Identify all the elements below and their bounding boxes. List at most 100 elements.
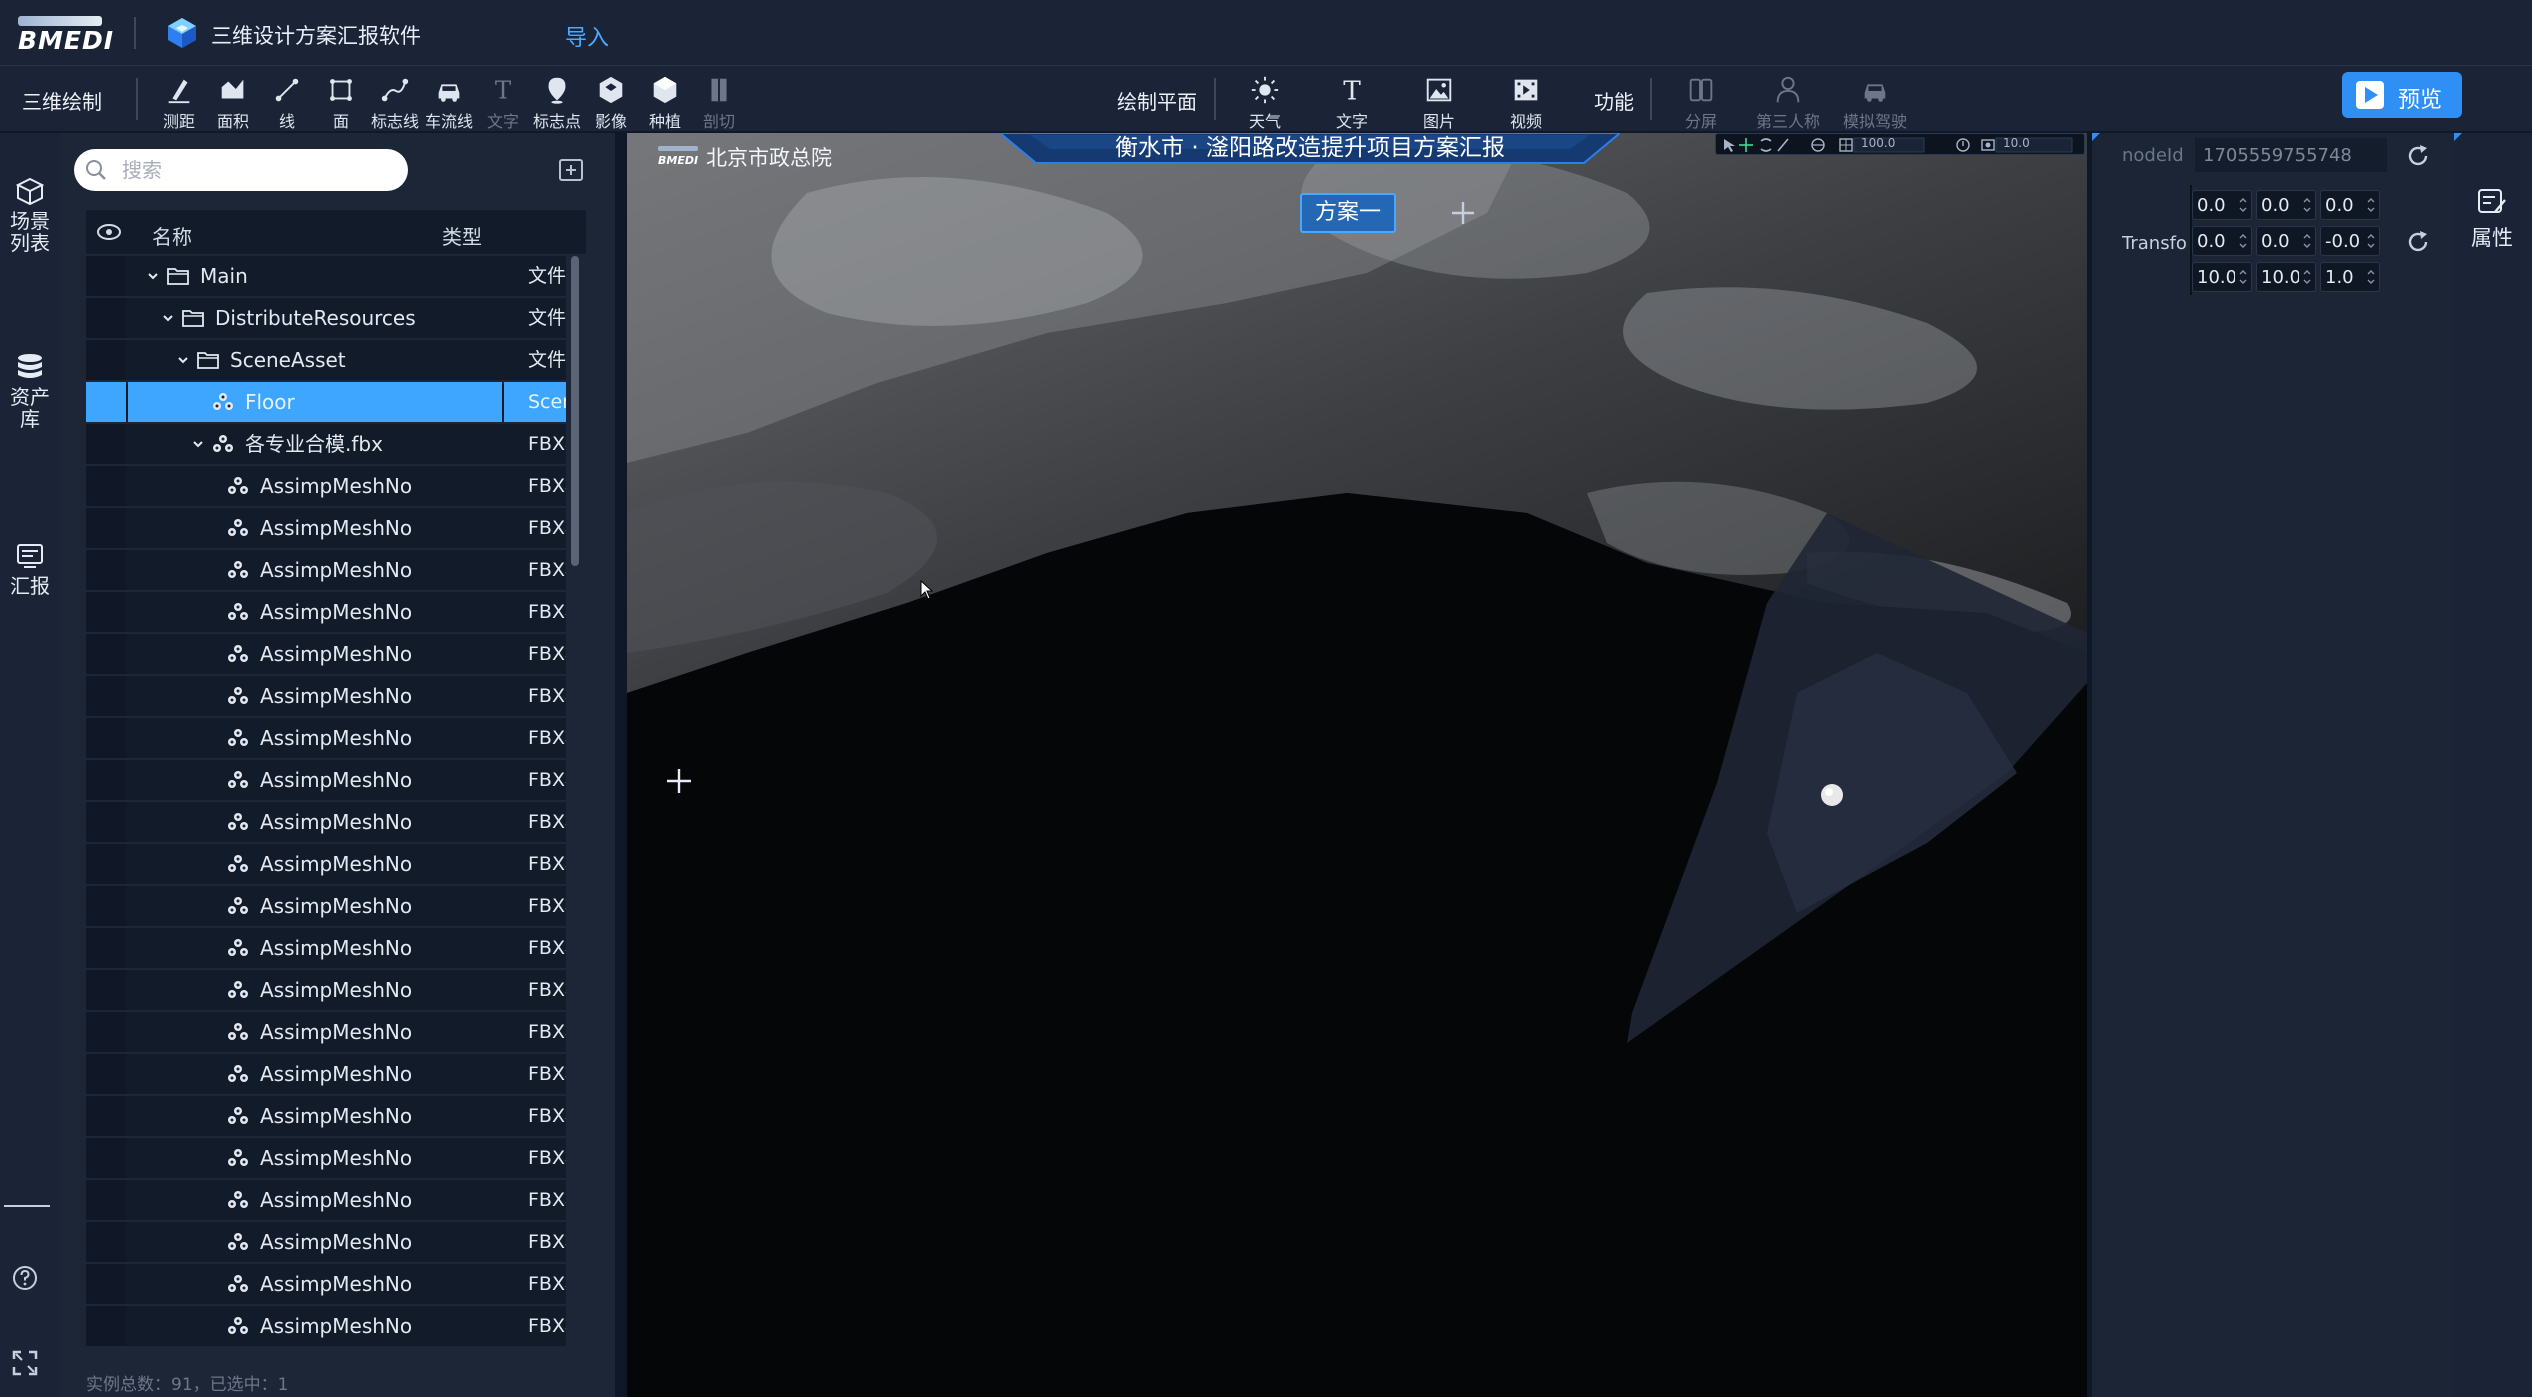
position-field-y[interactable]: [2256, 190, 2316, 220]
visibility-cell[interactable]: [86, 1264, 126, 1304]
name-cell[interactable]: SceneAsset: [128, 340, 502, 380]
tree-row[interactable]: Floor SceneFloor_(: [86, 382, 566, 422]
tool-third-person-button[interactable]: 第三人称: [1753, 72, 1823, 131]
visibility-cell[interactable]: [86, 1096, 126, 1136]
scale-value[interactable]: [2197, 266, 2235, 288]
camera-speed-value[interactable]: 10.0: [2003, 136, 2030, 150]
add-point-icon[interactable]: [663, 765, 695, 797]
position-value[interactable]: [2261, 194, 2299, 216]
reset-transform-icon[interactable]: [2404, 228, 2432, 256]
tree-row[interactable]: AssimpMeshNo FBX模型: [86, 760, 566, 800]
rail-asset-library[interactable]: 资产库: [0, 352, 60, 430]
visibility-cell[interactable]: [86, 466, 126, 506]
scale-field-y[interactable]: [2256, 262, 2316, 292]
name-cell[interactable]: AssimpMeshNo: [128, 676, 502, 716]
rail-attributes[interactable]: 属性: [2462, 186, 2522, 252]
3d-viewport[interactable]: [627, 133, 2087, 1397]
help-icon[interactable]: [10, 1263, 40, 1293]
tool-drive-sim-button[interactable]: 模拟驾驶: [1840, 72, 1910, 131]
fullscreen-icon[interactable]: [10, 1348, 40, 1378]
name-cell[interactable]: AssimpMeshNo: [128, 1264, 502, 1304]
visibility-eye-icon[interactable]: [94, 220, 124, 244]
spinner-icon[interactable]: [2366, 196, 2376, 214]
import-button[interactable]: 导入: [565, 20, 609, 52]
tool-text-button[interactable]: T 文字: [1317, 72, 1387, 131]
position-value[interactable]: [2197, 194, 2235, 216]
rail-report[interactable]: 汇报: [0, 541, 60, 597]
visibility-cell[interactable]: [86, 760, 126, 800]
visibility-cell[interactable]: [86, 550, 126, 590]
spinner-icon[interactable]: [2238, 232, 2248, 250]
rotation-value[interactable]: [2325, 230, 2363, 252]
name-cell[interactable]: AssimpMeshNo: [128, 1054, 502, 1094]
name-cell[interactable]: AssimpMeshNo: [128, 1012, 502, 1052]
refresh-nodeid-icon[interactable]: [2404, 142, 2432, 170]
spinner-icon[interactable]: [2238, 268, 2248, 286]
name-cell[interactable]: AssimpMeshNo: [128, 802, 502, 842]
chevron-down-icon[interactable]: [191, 437, 205, 451]
visibility-cell[interactable]: [86, 298, 126, 338]
name-cell[interactable]: DistributeResources: [128, 298, 502, 338]
visibility-cell[interactable]: [86, 634, 126, 674]
visibility-cell[interactable]: [86, 1054, 126, 1094]
nodeid-field[interactable]: [2195, 138, 2387, 172]
name-cell[interactable]: AssimpMeshNo: [128, 928, 502, 968]
tree-row[interactable]: AssimpMeshNo FBX模型: [86, 592, 566, 632]
name-cell[interactable]: AssimpMeshNo: [128, 718, 502, 758]
scale-field-x[interactable]: [2192, 262, 2252, 292]
tool-video-button[interactable]: 视频: [1491, 72, 1561, 131]
spinner-icon[interactable]: [2302, 268, 2312, 286]
tree-row[interactable]: AssimpMeshNo FBX模型: [86, 1012, 566, 1052]
name-cell[interactable]: 各专业合模.fbx: [128, 424, 502, 464]
spinner-icon[interactable]: [2366, 268, 2376, 286]
name-cell[interactable]: AssimpMeshNo: [128, 1138, 502, 1178]
tree-row[interactable]: AssimpMeshNo FBX模型: [86, 844, 566, 884]
tree-row[interactable]: DistributeResources 文件夹: [86, 298, 566, 338]
name-cell[interactable]: AssimpMeshNo: [128, 508, 502, 548]
tool-split-screen-button[interactable]: 分屏: [1666, 72, 1736, 131]
tree-row[interactable]: AssimpMeshNo FBX模型: [86, 1264, 566, 1304]
visibility-cell[interactable]: [86, 340, 126, 380]
position-value[interactable]: [2325, 194, 2363, 216]
name-cell[interactable]: AssimpMeshNo: [128, 1222, 502, 1262]
search-box[interactable]: [74, 149, 408, 191]
tree-row[interactable]: AssimpMeshNo FBX模型: [86, 928, 566, 968]
scale-value[interactable]: [2261, 266, 2299, 288]
name-cell[interactable]: Main: [128, 256, 502, 296]
visibility-cell[interactable]: [86, 1138, 126, 1178]
tree-row[interactable]: AssimpMeshNo FBX模型: [86, 1138, 566, 1178]
tree-row[interactable]: AssimpMeshNo FBX模型: [86, 676, 566, 716]
visibility-cell[interactable]: [86, 1012, 126, 1052]
tree-row[interactable]: AssimpMeshNo FBX模型: [86, 1180, 566, 1220]
preview-button[interactable]: 预览: [2342, 72, 2462, 118]
visibility-cell[interactable]: [86, 886, 126, 926]
rotation-value[interactable]: [2197, 230, 2235, 252]
visibility-cell[interactable]: [86, 1180, 126, 1220]
chevron-down-icon[interactable]: [161, 311, 175, 325]
scale-field-z[interactable]: [2320, 262, 2380, 292]
tree-row[interactable]: AssimpMeshNo FBX模型: [86, 970, 566, 1010]
add-folder-icon[interactable]: [556, 155, 586, 185]
visibility-cell[interactable]: [86, 592, 126, 632]
name-cell[interactable]: AssimpMeshNo: [128, 634, 502, 674]
tree-row[interactable]: AssimpMeshNo FBX模型: [86, 886, 566, 926]
visibility-cell[interactable]: [86, 1306, 126, 1346]
scale-value[interactable]: [2325, 266, 2363, 288]
name-cell[interactable]: AssimpMeshNo: [128, 550, 502, 590]
name-cell[interactable]: AssimpMeshNo: [128, 466, 502, 506]
name-cell[interactable]: AssimpMeshNo: [128, 1306, 502, 1346]
visibility-cell[interactable]: [86, 256, 126, 296]
spinner-icon[interactable]: [2302, 232, 2312, 250]
chevron-down-icon[interactable]: [176, 353, 190, 367]
add-scheme-icon[interactable]: [1448, 198, 1478, 228]
visibility-cell[interactable]: [86, 676, 126, 716]
tool-section-cut-button[interactable]: 剖切: [684, 72, 754, 131]
tree-row[interactable]: AssimpMeshNo FBX模型: [86, 634, 566, 674]
position-field-x[interactable]: [2192, 190, 2252, 220]
name-cell[interactable]: Floor: [128, 382, 502, 422]
tree-row[interactable]: AssimpMeshNo FBX模型: [86, 802, 566, 842]
tool-weather-sun-button[interactable]: 天气: [1230, 72, 1300, 131]
grid-size-value[interactable]: 100.0: [1861, 136, 1895, 150]
visibility-cell[interactable]: [86, 928, 126, 968]
tree-row[interactable]: AssimpMeshNo FBX模型: [86, 550, 566, 590]
